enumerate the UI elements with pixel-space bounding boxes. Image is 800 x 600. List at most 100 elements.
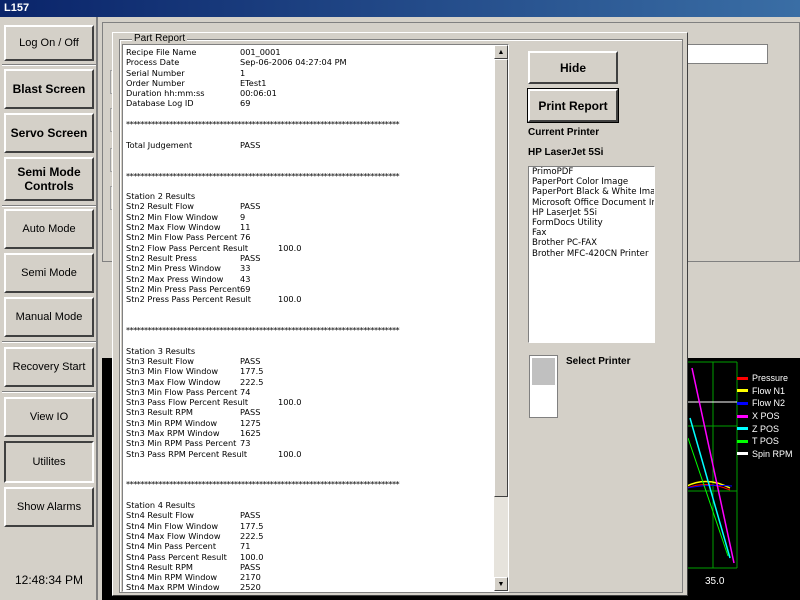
printer-list[interactable]: PrimoPDF PaperPort Color Image PaperPort B…: [528, 166, 655, 343]
report-line: [126, 469, 496, 479]
legend-label: Spin RPM: [752, 448, 793, 459]
report-field-value: PASS: [240, 355, 261, 366]
report-line: Stn2 Min Press Window 33: [126, 263, 496, 273]
legend-label: T POS: [752, 436, 779, 447]
legend-swatch: [737, 389, 748, 393]
report-line: Stn4 Min Pass Percent 71: [126, 541, 496, 551]
servo-screen-button[interactable]: Servo Screen: [4, 113, 94, 153]
report-line: Duration hh:mm:ss 00:06:01: [126, 88, 496, 98]
semi-mode-controls-button[interactable]: Semi Mode Controls: [4, 157, 94, 201]
report-line: [126, 181, 496, 191]
report-field-label: Stn2 Result Flow: [126, 201, 194, 212]
blast-screen-button[interactable]: Blast Screen: [4, 69, 94, 109]
printer-list-item[interactable]: Fax: [529, 228, 654, 238]
report-line: Stn4 Result Flow PASS: [126, 510, 496, 520]
report-field-value: 100.0: [240, 551, 264, 562]
group-title: Part Report: [132, 33, 188, 44]
log-on-off-button[interactable]: Log On / Off: [4, 25, 94, 61]
top-input-field[interactable]: [686, 44, 768, 64]
printer-list-item[interactable]: PaperPort Black & White Image: [529, 187, 654, 197]
report-line: Recipe File Name 001_0001: [126, 47, 496, 57]
report-field-value: PASS: [240, 139, 261, 150]
report-field-value: 222.5: [240, 376, 264, 387]
report-line: Station 3 Results: [126, 346, 496, 356]
printer-list-item[interactable]: Brother PC-FAX: [529, 238, 654, 248]
select-printer-indicator[interactable]: [529, 355, 558, 418]
report-line: [126, 304, 496, 314]
auto-mode-button[interactable]: Auto Mode: [4, 209, 94, 249]
hide-button[interactable]: Hide: [528, 51, 618, 84]
chart-grid: [686, 361, 738, 569]
printer-list-item[interactable]: FormDocs Utility: [529, 218, 654, 228]
utilities-button[interactable]: Utilites: [4, 441, 94, 483]
report-field-label: Stn3 Max RPM Window: [126, 427, 220, 438]
report-field-label: Stn2 Min Flow Window: [126, 211, 219, 222]
report-field-label: Stn3 Min Flow Pass Percent: [126, 386, 238, 397]
report-line: Stn3 Min Flow Pass Percent 74: [126, 387, 496, 397]
report-text-area[interactable]: Recipe File Name 001_0001 Process Date Sep-…: [122, 44, 509, 592]
report-field-value: 43: [240, 273, 251, 284]
report-line: Stn3 Result RPM PASS: [126, 407, 496, 417]
printer-list-item[interactable]: PaperPort Color Image: [529, 177, 654, 187]
manual-mode-button[interactable]: Manual Mode: [4, 297, 94, 337]
recovery-start-button[interactable]: Recovery Start: [4, 347, 94, 387]
report-line: Stn4 Max RPM Window 2520: [126, 582, 496, 592]
printer-list-item[interactable]: HP LaserJet 5Si: [529, 208, 654, 218]
report-field-value: PASS: [240, 561, 261, 572]
scroll-thumb[interactable]: [494, 59, 508, 497]
legend-label: Flow N2: [752, 398, 786, 409]
report-field-value: 001_0001: [240, 47, 281, 57]
report-field-value: 9: [240, 211, 246, 222]
report-scrollbar[interactable]: ▲ ▼: [494, 45, 508, 591]
report-line: ****************************************…: [126, 119, 496, 129]
report-field-value: 69: [240, 283, 251, 294]
report-field-label: Stn2 Max Press Window: [126, 273, 224, 284]
report-line: Stn3 Pass Flow Percent Result 100.0: [126, 397, 496, 407]
window-title: L157: [0, 0, 800, 17]
report-field-label: Stn4 Result Flow: [126, 510, 194, 521]
printer-list-item[interactable]: PrimoPDF: [529, 167, 654, 177]
show-alarms-button[interactable]: Show Alarms: [4, 487, 94, 527]
legend-swatch: [737, 439, 748, 443]
report-line: Stn2 Max Press Window 43: [126, 274, 496, 284]
scroll-down-icon[interactable]: ▼: [494, 577, 508, 591]
report-field-label: Station 4 Results: [126, 500, 196, 511]
report-line: Stn2 Min Press Pass Percent 69: [126, 284, 496, 294]
printer-list-item[interactable]: Microsoft Office Document Image: [529, 198, 654, 208]
report-field-label: Stn4 Min Pass Percent: [126, 541, 217, 552]
report-line: Serial Number 1: [126, 68, 496, 78]
legend-label: Pressure: [752, 373, 789, 384]
report-field-label: Station 2 Results: [126, 191, 196, 202]
report-field-value: 177.5: [240, 366, 264, 377]
report-field-label: Stn2 Flow Pass Percent Result: [126, 242, 249, 253]
report-field-label: Stn2 Max Flow Window: [126, 222, 221, 233]
report-field-value: 33: [240, 263, 251, 274]
print-report-button[interactable]: Print Report: [527, 88, 619, 123]
printer-list-item[interactable]: Brother MFC-420CN Printer: [529, 249, 654, 259]
report-field-value: 71: [240, 541, 251, 552]
report-field-value: Sep-06-2006 04:27:04 PM: [240, 57, 347, 68]
clock: 12:48:34 PM: [14, 573, 84, 587]
report-field-label: Stn3 Result RPM: [126, 407, 193, 418]
report-line: Station 2 Results: [126, 191, 496, 201]
report-line: Stn3 Max Flow Window 222.5: [126, 377, 496, 387]
report-field-label: Stn4 Max RPM Window: [126, 582, 220, 592]
current-printer-value: HP LaserJet 5Si: [528, 147, 604, 158]
report-field-label: Stn3 Min Flow Window: [126, 366, 219, 377]
report-line: Stn2 Max Flow Window 11: [126, 222, 496, 232]
report-field-label: Stn4 Max Flow Window: [126, 530, 221, 541]
report-field-value: 100.0: [278, 448, 302, 459]
legend-entry: Spin RPM: [737, 448, 797, 461]
report-field-label: Process Date: [126, 57, 180, 68]
report-field-label: Order Number: [126, 77, 185, 88]
report-line: [126, 160, 496, 170]
report-field-label: Stn3 Min RPM Window: [126, 417, 218, 428]
report-field-label: ****************************************…: [126, 170, 400, 181]
report-field-value: ETest1: [240, 77, 267, 88]
scroll-up-icon[interactable]: ▲: [494, 45, 508, 59]
legend-entry: Pressure: [737, 372, 797, 385]
view-io-button[interactable]: View IO: [4, 397, 94, 437]
semi-mode-button[interactable]: Semi Mode: [4, 253, 94, 293]
report-field-label: Stn3 Min RPM Pass Percent: [126, 438, 237, 449]
report-line: Stn3 Min RPM Pass Percent 73: [126, 438, 496, 448]
